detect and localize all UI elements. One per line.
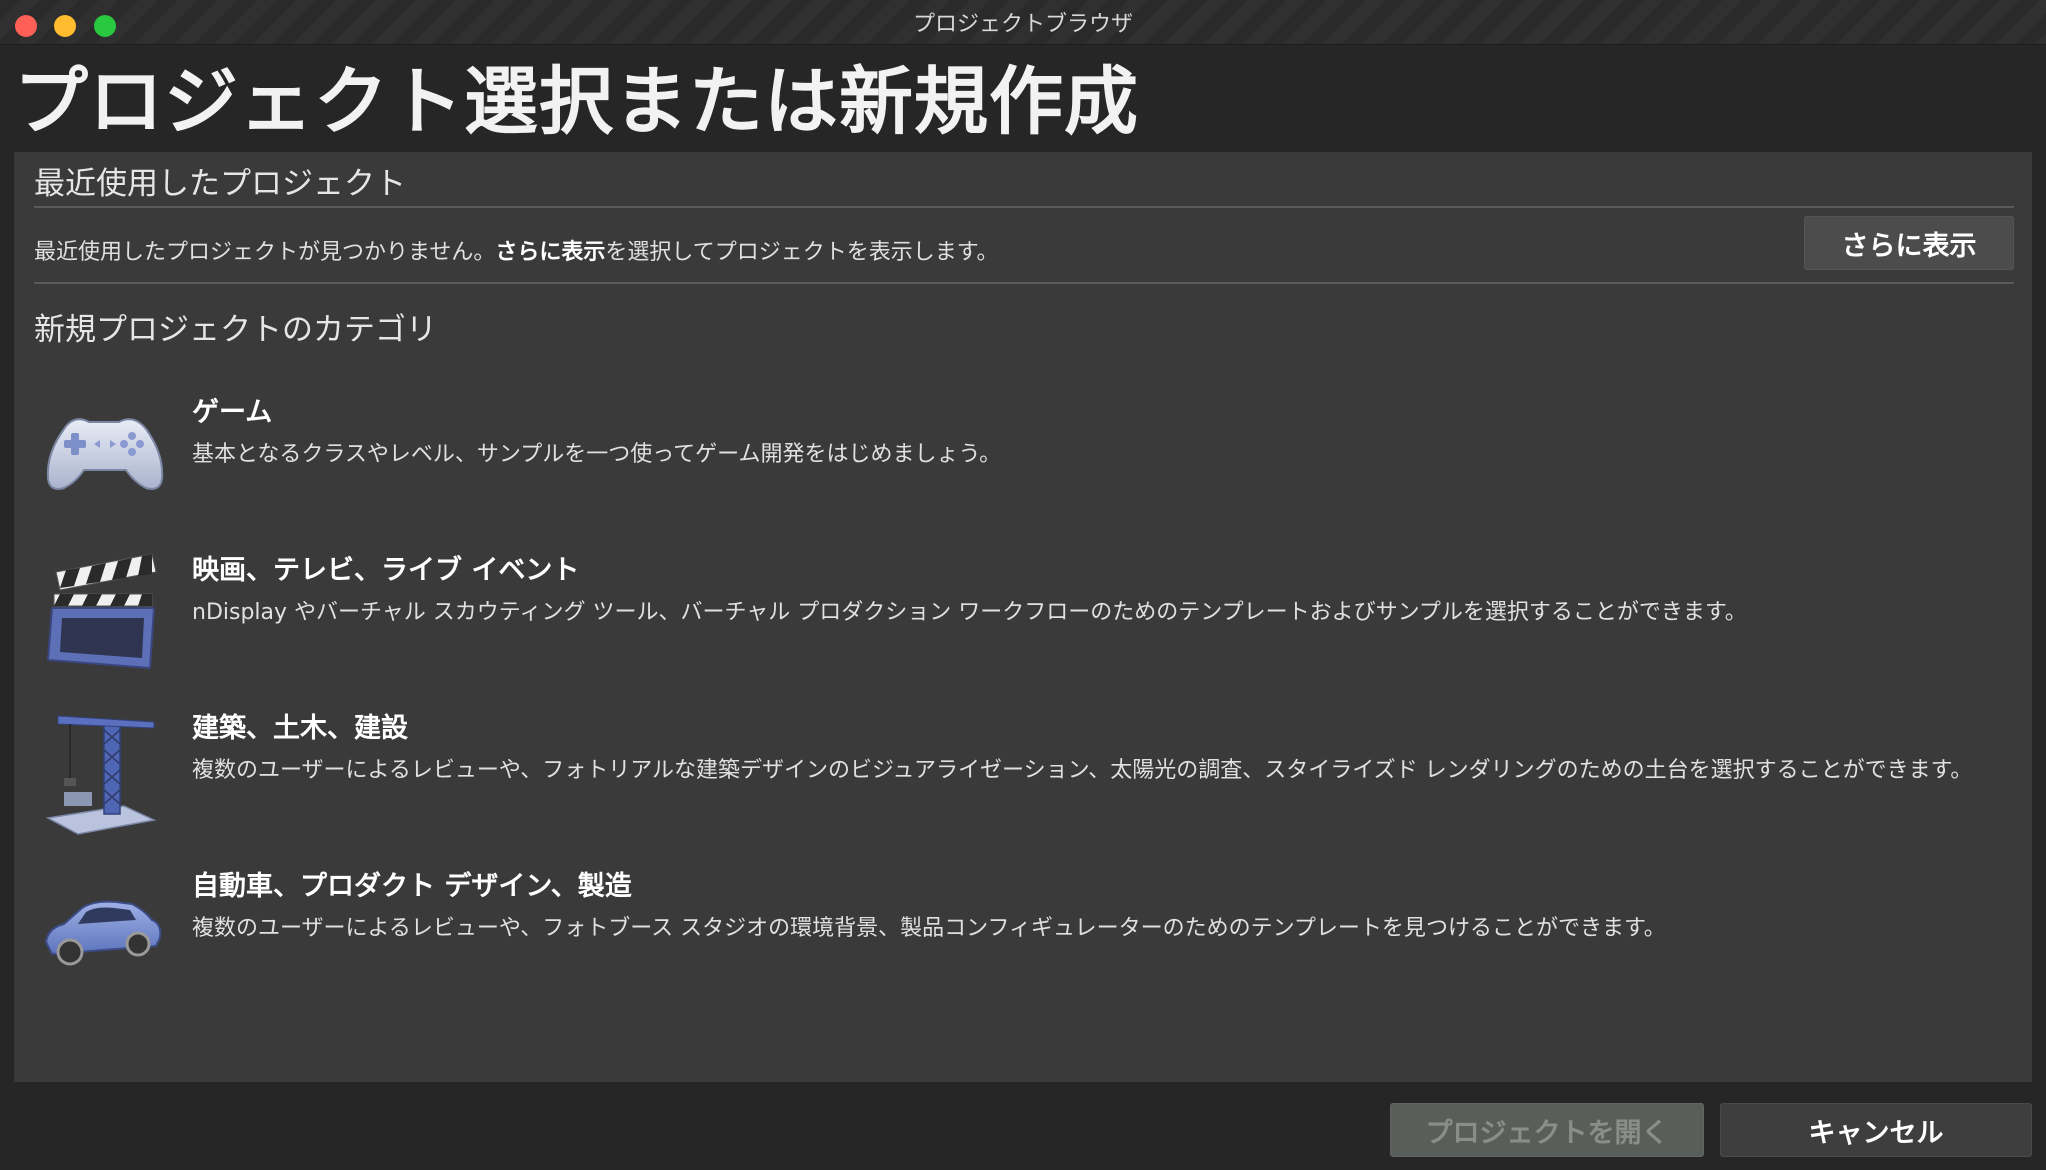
divider xyxy=(34,282,2014,284)
recent-projects-message: 最近使用したプロジェクトが見つかりません。さらに表示を選択してプロジェクトを表示… xyxy=(34,234,999,266)
gamepad-icon xyxy=(34,384,174,524)
clapperboard-icon xyxy=(34,542,174,682)
new-project-categories-heading: 新規プロジェクトのカテゴリ xyxy=(34,312,437,348)
open-project-button[interactable]: プロジェクトを開く xyxy=(1390,1103,1704,1157)
show-more-button[interactable]: さらに表示 xyxy=(1804,216,2014,270)
window-title: プロジェクトブラウザ xyxy=(912,12,1133,37)
recent-message-prefix: 最近使用したプロジェクトが見つかりません。 xyxy=(34,240,496,265)
category-architecture-description: 複数のユーザーによるレビューや、フォトリアルな建築デザインのビジュアライゼーショ… xyxy=(192,758,1973,783)
crane-icon xyxy=(34,700,174,840)
category-architecture[interactable]: 建築、土木、建設 複数のユーザーによるレビューや、フォトリアルな建築デザインのビ… xyxy=(34,700,2014,840)
category-automotive-description: 複数のユーザーによるレビューや、フォトブース スタジオの環境背景、製品コンフィギ… xyxy=(192,916,1666,941)
category-game-description: 基本となるクラスやレベル、サンプルを一つ使ってゲーム開発をはじめましょう。 xyxy=(192,442,1002,467)
category-film-tv-name: 映画、テレビ、ライブ イベント xyxy=(192,555,580,586)
recent-message-suffix: を選択してプロジェクトを表示します。 xyxy=(605,240,999,265)
category-automotive-name: 自動車、プロダクト デザイン、製造 xyxy=(192,871,632,902)
category-architecture-name: 建築、土木、建設 xyxy=(192,713,408,744)
recent-message-bold: さらに表示 xyxy=(495,240,606,265)
content-panel: 最近使用したプロジェクト 最近使用したプロジェクトが見つかりません。さらに表示を… xyxy=(14,152,2032,1082)
category-film-tv-description: nDisplay やバーチャル スカウティング ツール、バーチャル プロダクショ… xyxy=(192,600,1747,625)
car-icon xyxy=(34,858,174,998)
category-film-tv-live-events[interactable]: 映画、テレビ、ライブ イベント nDisplay やバーチャル スカウティング … xyxy=(34,542,2014,682)
divider xyxy=(34,206,2014,208)
page-title: プロジェクト選択または新規作成 xyxy=(14,59,1139,145)
project-browser-window: プロジェクトブラウザ プロジェクト選択または新規作成 最近使用したプロジェクト … xyxy=(0,0,2046,1170)
category-automotive[interactable]: 自動車、プロダクト デザイン、製造 複数のユーザーによるレビューや、フォトブース… xyxy=(34,858,2014,998)
recent-projects-heading: 最近使用したプロジェクト xyxy=(34,166,406,202)
category-game[interactable]: ゲーム 基本となるクラスやレベル、サンプルを一つ使ってゲーム開発をはじめましょう… xyxy=(34,384,2014,524)
title-bar[interactable]: プロジェクトブラウザ xyxy=(0,0,2046,45)
category-game-name: ゲーム xyxy=(192,397,273,428)
cancel-button[interactable]: キャンセル xyxy=(1720,1103,2032,1157)
